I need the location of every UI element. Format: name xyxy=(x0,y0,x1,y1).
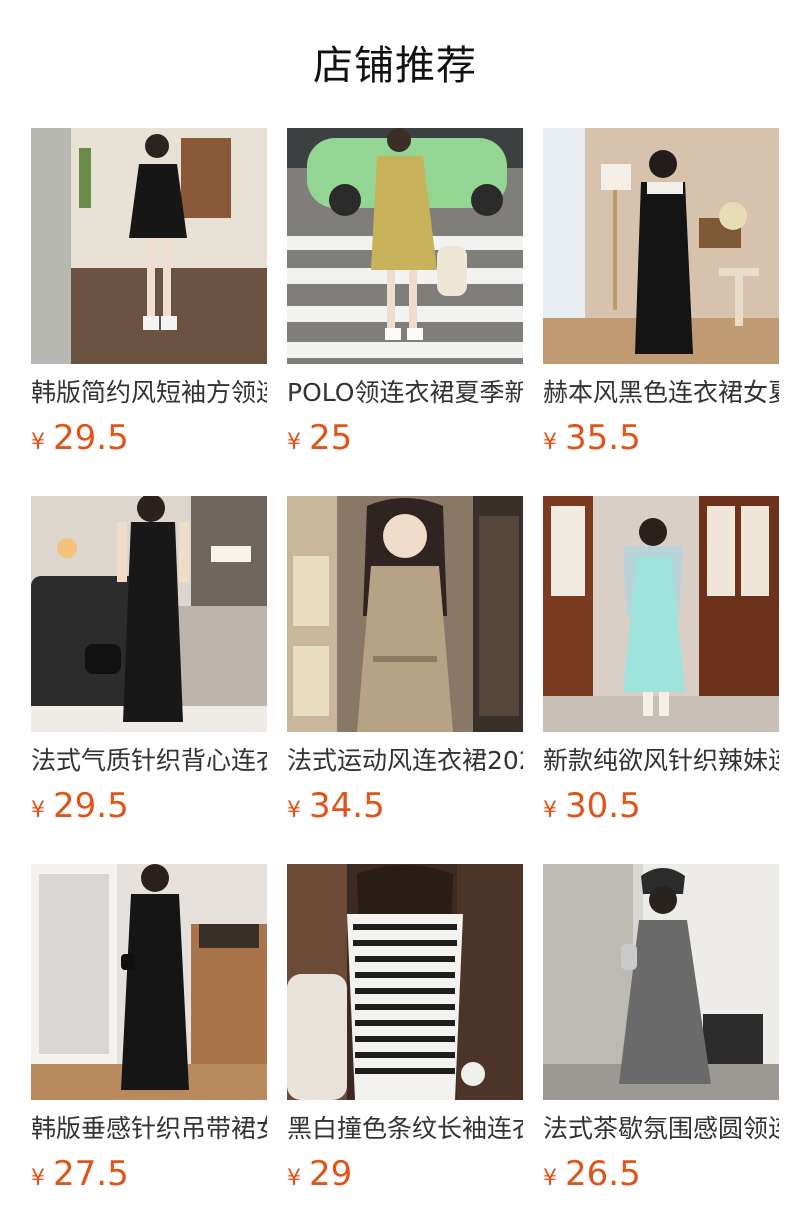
currency-symbol: ¥ xyxy=(543,798,557,823)
price-amount: 30.5 xyxy=(565,786,641,826)
product-photo xyxy=(543,128,779,364)
product-price: ¥29.5 xyxy=(31,418,129,458)
product-photo xyxy=(287,496,523,732)
product-card[interactable]: POLO领连衣裙夏季新款 ¥25 xyxy=(287,128,523,496)
product-image[interactable] xyxy=(31,128,267,364)
product-image[interactable] xyxy=(287,864,523,1100)
currency-symbol: ¥ xyxy=(287,430,301,455)
product-image[interactable] xyxy=(543,496,779,732)
price-amount: 25 xyxy=(309,418,353,458)
currency-symbol: ¥ xyxy=(543,1166,557,1191)
currency-symbol: ¥ xyxy=(543,430,557,455)
price-amount: 27.5 xyxy=(53,1154,129,1194)
section-title: 店铺推荐 xyxy=(313,43,477,89)
price-amount: 35.5 xyxy=(565,418,641,458)
product-photo xyxy=(543,864,779,1100)
price-amount: 29.5 xyxy=(53,786,129,826)
product-photo xyxy=(31,496,267,732)
product-photo xyxy=(287,128,523,364)
product-photo xyxy=(287,864,523,1100)
price-amount: 34.5 xyxy=(309,786,385,826)
product-photo xyxy=(31,128,267,364)
product-price: ¥35.5 xyxy=(543,418,641,458)
product-name[interactable]: 新款纯欲风针织辣妹连衣裙 xyxy=(543,744,779,778)
product-image[interactable] xyxy=(287,496,523,732)
product-price: ¥34.5 xyxy=(287,786,385,826)
product-image[interactable] xyxy=(31,496,267,732)
currency-symbol: ¥ xyxy=(31,430,45,455)
product-price: ¥25 xyxy=(287,418,352,458)
product-name[interactable]: 韩版简约风短袖方领连衣裙 xyxy=(31,376,267,410)
price-amount: 26.5 xyxy=(565,1154,641,1194)
price-amount: 29 xyxy=(309,1154,353,1194)
product-name[interactable]: 法式气质针织背心连衣裙 xyxy=(31,744,267,778)
product-card[interactable]: 法式气质针织背心连衣裙 ¥29.5 xyxy=(31,496,267,864)
price-amount: 29.5 xyxy=(53,418,129,458)
product-price: ¥29 xyxy=(287,1154,352,1194)
product-card[interactable]: 法式茶歇氛围感圆领连衣裙 ¥26.5 xyxy=(543,864,779,1232)
product-image[interactable] xyxy=(543,864,779,1100)
product-card[interactable]: 韩版简约风短袖方领连衣裙 ¥29.5 xyxy=(31,128,267,496)
product-name[interactable]: POLO领连衣裙夏季新款 xyxy=(287,376,523,410)
product-image[interactable] xyxy=(31,864,267,1100)
product-price: ¥27.5 xyxy=(31,1154,129,1194)
product-name[interactable]: 赫本风黑色连衣裙女夏 xyxy=(543,376,779,410)
product-card[interactable]: 赫本风黑色连衣裙女夏 ¥35.5 xyxy=(543,128,779,496)
product-price: ¥26.5 xyxy=(543,1154,641,1194)
product-grid: 韩版简约风短袖方领连衣裙 ¥29.5 xyxy=(31,128,779,1232)
currency-symbol: ¥ xyxy=(287,798,301,823)
product-name[interactable]: 韩版垂感针织吊带裙女 xyxy=(31,1112,267,1146)
product-price: ¥30.5 xyxy=(543,786,641,826)
currency-symbol: ¥ xyxy=(287,1166,301,1191)
product-price: ¥29.5 xyxy=(31,786,129,826)
product-image[interactable] xyxy=(287,128,523,364)
product-card[interactable]: 新款纯欲风针织辣妹连衣裙 ¥30.5 xyxy=(543,496,779,864)
currency-symbol: ¥ xyxy=(31,1166,45,1191)
product-image[interactable] xyxy=(543,128,779,364)
product-name[interactable]: 法式运动风连衣裙2024 xyxy=(287,744,523,778)
product-name[interactable]: 黑白撞色条纹长袖连衣裙 xyxy=(287,1112,523,1146)
product-photo xyxy=(31,864,267,1100)
currency-symbol: ¥ xyxy=(31,798,45,823)
product-name[interactable]: 法式茶歇氛围感圆领连衣裙 xyxy=(543,1112,779,1146)
product-card[interactable]: 韩版垂感针织吊带裙女 ¥27.5 xyxy=(31,864,267,1232)
product-card[interactable]: 黑白撞色条纹长袖连衣裙 ¥29 xyxy=(287,864,523,1232)
product-photo xyxy=(543,496,779,732)
product-card[interactable]: 法式运动风连衣裙2024 ¥34.5 xyxy=(287,496,523,864)
